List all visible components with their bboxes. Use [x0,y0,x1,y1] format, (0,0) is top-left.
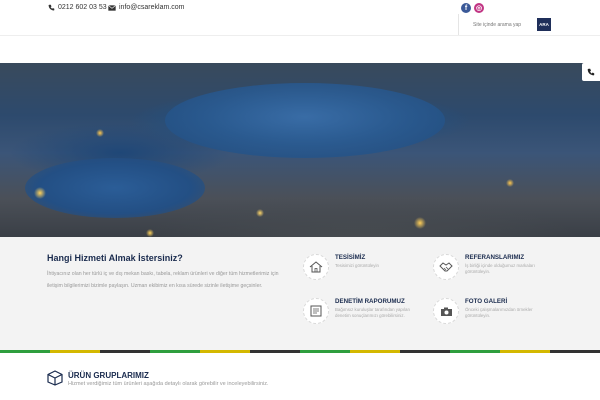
header-divider [0,35,600,36]
card-title: REFERANSLARIMIZ [465,254,525,261]
card-title: TESİSİMİZ [335,254,366,261]
stripe-segment [350,350,400,353]
phone-number: 0212 602 03 53 [58,4,107,11]
instagram-icon[interactable]: ◎ [474,3,484,13]
search-box: ARA [458,14,600,36]
hero-satellite-image [0,63,600,237]
card-title: FOTO GALERİ [465,298,508,305]
email-address: info@csareklam.com [119,4,185,11]
stripe-segment [200,350,250,353]
stripe-segment [400,350,450,353]
services-description: İhtiyacınız olan her türlü iç ve dış mek… [47,271,279,289]
facebook-icon[interactable]: f [461,3,471,13]
stripe-segment [150,350,200,353]
email-contact[interactable]: info@csareklam.com [108,4,184,11]
envelope-icon [108,4,116,11]
handshake-icon [433,254,459,280]
products-subtitle: Hizmet verdiğimiz tüm ürünleri aşağıda d… [68,381,269,387]
stripe-segment [50,350,100,353]
search-button[interactable]: ARA [537,18,551,31]
camera-icon [433,298,459,324]
search-input[interactable] [473,19,537,31]
stripe-segment [500,350,550,353]
card-text: İş birliği içinde olduğumuz markaları gö… [465,263,535,274]
services-title: Hangi Hizmeti Almak İstersiniz? [47,253,183,263]
card-text: Bağımsız kuruluşlar tarafından yapılan d… [335,307,410,318]
services-section: Hangi Hizmeti Almak İstersiniz? İhtiyacı… [0,237,600,350]
color-stripe [0,350,600,353]
card-text: Önceki çalışmalarımızdan örnekler görünt… [465,307,533,318]
phone-icon [48,4,55,11]
report-icon [303,298,329,324]
phone-contact[interactable]: 0212 602 03 53 [48,4,107,11]
home-icon [303,254,329,280]
stripe-segment [450,350,500,353]
card-text: Tesisimizi görüntüleyin [335,263,379,268]
box-icon [47,370,63,391]
card-title: DENETİM RAPORUMUZ [335,298,405,305]
stripe-segment [300,350,350,353]
floating-phone-button[interactable] [582,63,600,81]
phone-icon [587,68,595,76]
stripe-segment [550,350,600,353]
city-lights [0,63,600,237]
products-title: ÜRÜN GRUPLARIMIZ [68,371,149,380]
stripe-segment [0,350,50,353]
stripe-segment [100,350,150,353]
stripe-segment [250,350,300,353]
